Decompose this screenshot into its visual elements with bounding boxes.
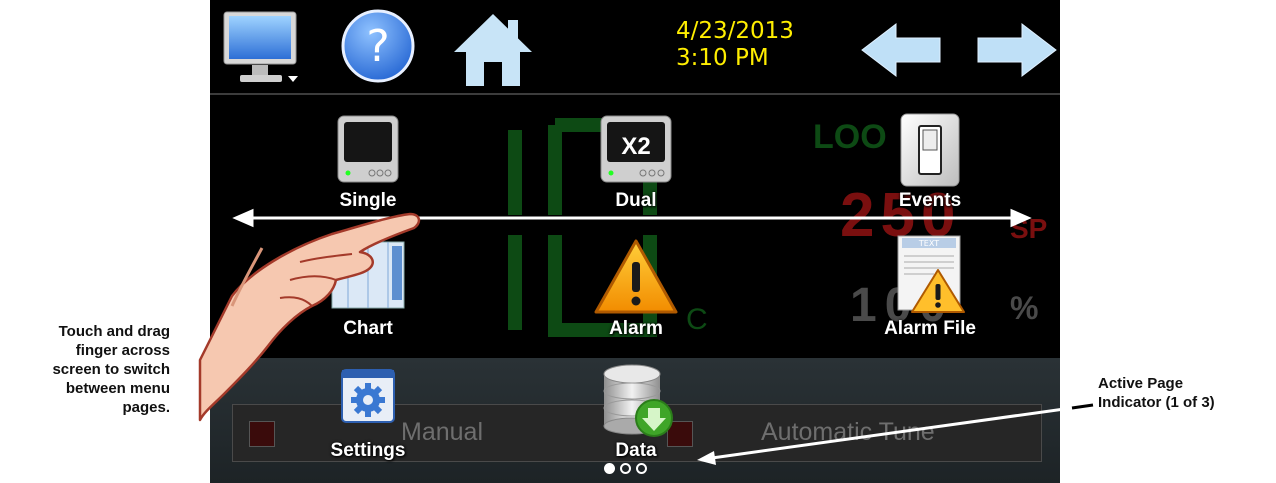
menu-label: Single — [339, 190, 397, 211]
page-dot[interactable] — [636, 463, 647, 474]
top-bar: ? 4/23/2013 3:10 PM — [210, 0, 1060, 95]
callout-line: screen to switch — [52, 361, 170, 378]
menu-label: Events — [898, 190, 962, 211]
back-arrow-icon[interactable] — [860, 22, 944, 83]
chart-icon — [331, 241, 405, 309]
menu-settings[interactable]: Settings — [278, 366, 458, 470]
menu-events[interactable]: Events — [840, 110, 1020, 218]
menu-label: Dual — [615, 190, 657, 211]
touchscreen[interactable]: LOO 250 SP 100 % C ? — [210, 0, 1060, 483]
manual-indicator — [249, 421, 275, 447]
menu-chart[interactable]: Chart — [278, 238, 458, 346]
menu-label: Settings — [330, 440, 406, 461]
callout-line: Active Page — [1098, 375, 1184, 392]
menu-label: Alarm File — [884, 318, 976, 339]
home-icon[interactable] — [452, 12, 534, 93]
callout-line: between menu — [65, 380, 170, 397]
help-icon[interactable]: ? — [340, 8, 416, 89]
time-text: 3:10 PM — [676, 45, 769, 71]
alarm-file-badge: TEXT — [918, 239, 939, 248]
dual-badge: X2 — [621, 133, 650, 160]
data-download-icon — [603, 364, 673, 437]
callout-line: Touch and drag — [58, 323, 170, 340]
autotune-label: Automatic Tune — [761, 418, 935, 446]
event-switch-icon — [900, 113, 960, 187]
settings-icon — [341, 369, 395, 423]
page-dot[interactable] — [620, 463, 631, 474]
menu-label: Alarm — [609, 318, 663, 339]
drag-instruction-callout: Touch and drag finger across screen to s… — [0, 322, 170, 417]
page-indicator — [604, 461, 652, 479]
date-time-display: 4/23/2013 3:10 PM — [676, 18, 794, 72]
callout-line: pages. — [122, 399, 170, 416]
alarm-warning-icon — [594, 239, 678, 314]
dual-display-icon: X2 — [600, 115, 672, 183]
menu-alarm-file[interactable]: TEXT Alarm File — [840, 235, 1020, 346]
menu-label: Data — [615, 440, 657, 461]
menu-alarm[interactable]: Alarm — [546, 238, 726, 346]
menu-dual[interactable]: X2 Dual — [546, 110, 726, 218]
menu-label: Chart — [343, 318, 393, 339]
forward-arrow-icon[interactable] — [974, 22, 1058, 83]
alarm-file-icon: TEXT — [897, 235, 965, 313]
callout-line: Indicator (1 of 3) — [1098, 394, 1215, 411]
page-dot-active[interactable] — [604, 463, 615, 474]
menu-data[interactable]: Data — [546, 364, 726, 470]
svg-text:?: ? — [366, 21, 389, 72]
monitor-icon[interactable] — [222, 10, 302, 91]
menu-single[interactable]: Single — [278, 110, 458, 218]
callout-line: finger across — [75, 342, 170, 359]
date-text: 4/23/2013 — [676, 18, 794, 44]
page-indicator-callout: Active Page Indicator (1 of 3) — [1098, 374, 1276, 412]
single-display-icon — [337, 115, 399, 183]
